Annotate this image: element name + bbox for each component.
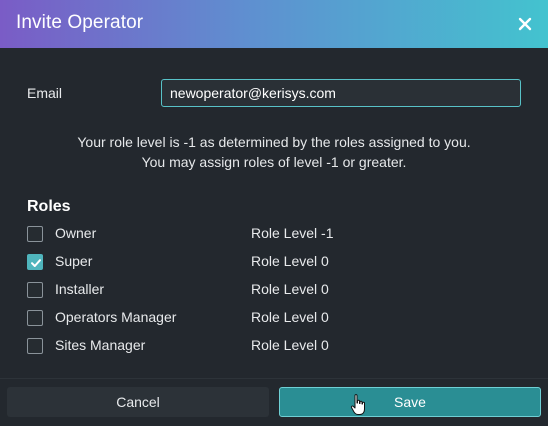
role-level: Role Level 0 <box>251 253 329 269</box>
role-name: Operators Manager <box>55 309 177 325</box>
role-level: Role Level 0 <box>251 281 329 297</box>
role-row-sites-manager: Sites Manager Role Level 0 <box>27 336 507 356</box>
hand-cursor-icon <box>350 394 365 415</box>
cancel-button[interactable]: Cancel <box>7 387 269 417</box>
email-field[interactable] <box>161 79 521 107</box>
email-label: Email <box>27 85 63 101</box>
role-name: Installer <box>55 281 105 297</box>
checkmark-icon <box>31 259 41 267</box>
role-level: Role Level 0 <box>251 309 329 325</box>
role-name: Sites Manager <box>55 337 146 353</box>
role-name: Super <box>55 253 93 269</box>
role-checkbox-sites-manager[interactable] <box>27 338 43 354</box>
role-assign-info: You may assign roles of level -1 or grea… <box>141 154 407 170</box>
save-button[interactable]: Save <box>279 387 541 417</box>
role-level-info: Your role level is -1 as determined by t… <box>77 134 471 150</box>
role-level: Role Level 0 <box>251 337 329 353</box>
role-row-installer: Installer Role Level 0 <box>27 280 507 300</box>
role-checkbox-owner[interactable] <box>27 226 43 242</box>
dialog-title: Invite Operator <box>16 12 144 33</box>
role-level: Role Level -1 <box>251 225 334 241</box>
dialog-header: Invite Operator <box>0 0 548 48</box>
role-checkbox-installer[interactable] <box>27 282 43 298</box>
invite-operator-dialog: Invite Operator Email Your role level is… <box>0 0 548 426</box>
roles-heading: Roles <box>27 198 71 215</box>
role-row-operators-manager: Operators Manager Role Level 0 <box>27 308 507 328</box>
role-row-owner: Owner Role Level -1 <box>27 224 507 244</box>
footer-divider <box>0 378 548 379</box>
role-name: Owner <box>55 225 97 241</box>
role-row-super: Super Role Level 0 <box>27 252 507 272</box>
role-checkbox-operators-manager[interactable] <box>27 310 43 326</box>
close-icon[interactable] <box>516 15 534 33</box>
role-checkbox-super[interactable] <box>27 254 43 270</box>
